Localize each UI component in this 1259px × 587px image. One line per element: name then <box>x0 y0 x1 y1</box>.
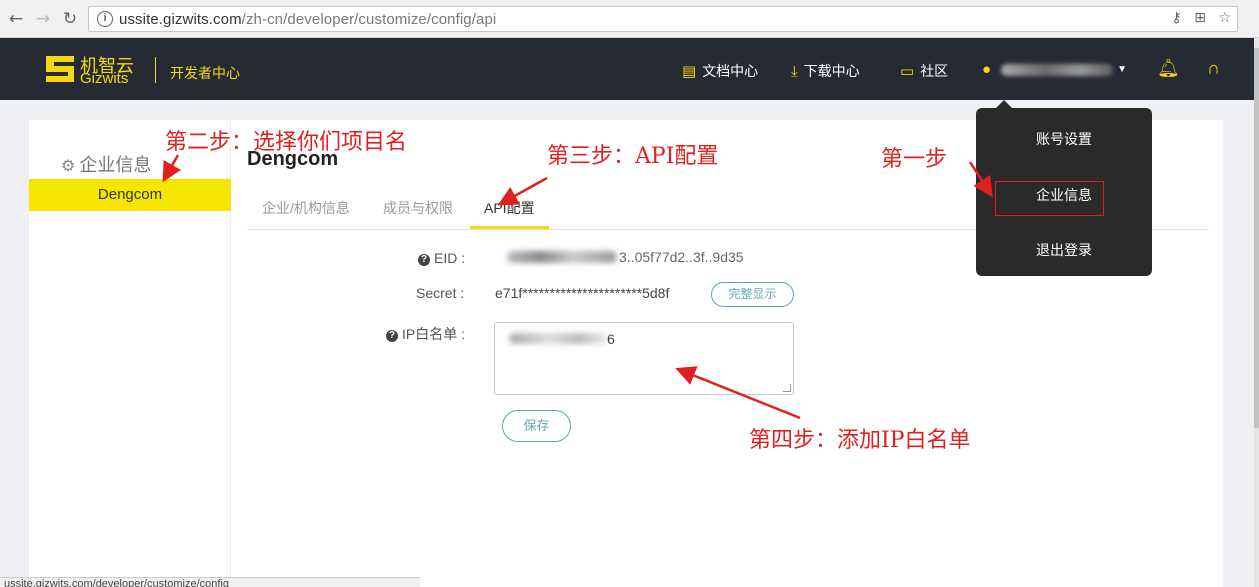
eid-label: ? EID : <box>418 250 465 266</box>
chat-icon: ▭ <box>900 63 915 80</box>
user-menu-toggle[interactable]: ● ▼ <box>982 61 1127 78</box>
save-button[interactable]: 保存 <box>502 410 571 442</box>
user-icon: ● <box>982 61 992 78</box>
nav-docs[interactable]: ▤ 文档中心 <box>682 61 758 81</box>
menu-logout[interactable]: 退出登录 <box>976 240 1152 260</box>
nav-community[interactable]: ▭ 社区 <box>900 61 948 81</box>
annotation-step2: 第二步：选择你们项目名 <box>165 130 408 155</box>
ip-whitelist-label: ? IP白名单 : <box>386 324 465 344</box>
url-text[interactable]: ussite.gizwits.com/zh-cn/developer/custo… <box>119 11 496 28</box>
brand-name-en: Gizwits <box>80 70 129 87</box>
tab-org-info[interactable]: 企业/机构信息 <box>262 198 350 226</box>
eid-value: 3..05f77d2..3f..9d35 <box>619 249 744 265</box>
logo-divider <box>155 57 156 83</box>
key-icon[interactable]: ⚷ <box>1172 10 1182 26</box>
back-icon[interactable]: ← <box>6 9 26 29</box>
reload-icon[interactable]: ↻ <box>60 9 80 29</box>
bookmark-star-icon[interactable]: ☆ <box>1218 10 1231 26</box>
sidebar-item-dengcom[interactable]: Dengcom <box>29 179 231 211</box>
headset-icon[interactable]: ∩ <box>1207 58 1220 79</box>
browser-toolbar: ← → ↻ i ussite.gizwits.com/zh-cn/develop… <box>0 0 1259 38</box>
info-icon[interactable]: i <box>97 11 113 27</box>
gear-icon: ⚙ <box>61 158 76 175</box>
tab-api-config[interactable]: API配置 <box>470 198 549 229</box>
eid-redacted <box>507 251 617 263</box>
help-icon[interactable]: ? <box>418 254 430 266</box>
highlight-box <box>995 181 1104 216</box>
developer-center-link[interactable]: 开发者中心 <box>170 63 240 83</box>
nav-downloads[interactable]: ⤓ 下载中心 <box>791 61 860 81</box>
chevron-down-icon: ▼ <box>1117 64 1127 75</box>
sidebar: ⚙ 企业信息 Dengcom <box>29 120 231 587</box>
gizwits-logo-icon[interactable] <box>44 52 80 86</box>
download-icon: ⤓ <box>791 62 798 80</box>
annotation-step4: 第四步：添加IP白名单 <box>749 428 971 453</box>
ip-whitelist-textarea[interactable]: 6 <box>494 322 794 395</box>
status-bar: ussite.gizwits.com/developer/customize/c… <box>0 577 420 587</box>
secret-value: e71f**********************5d8f <box>495 285 670 301</box>
ip-redacted <box>509 333 609 344</box>
menu-account-settings[interactable]: 账号设置 <box>976 129 1152 149</box>
address-bar[interactable]: i ussite.gizwits.com/zh-cn/developer/cus… <box>88 6 1238 32</box>
sidebar-title: ⚙ 企业信息 <box>61 155 152 175</box>
page-scrollbar[interactable] <box>1254 38 1259 587</box>
translate-icon[interactable]: ⊞ <box>1194 10 1206 26</box>
annotation-step3: 第三步：API配置 <box>547 144 719 169</box>
secret-label: Secret : <box>416 285 465 301</box>
top-navbar: 机智云 Gizwits 开发者中心 ▤ 文档中心 ⤓ 下载中心 ▭ 社区 ● ▼ 🔔︎ … <box>0 38 1254 100</box>
help-icon[interactable]: ? <box>386 330 398 342</box>
forward-icon[interactable]: → <box>33 9 53 29</box>
document-icon: ▤ <box>682 63 697 80</box>
annotation-step1: 第一步 <box>881 147 948 172</box>
tab-members[interactable]: 成员与权限 <box>383 198 453 226</box>
ip-value: 6 <box>607 331 615 347</box>
username-redacted <box>1001 63 1114 76</box>
show-full-button[interactable]: 完整显示 <box>711 282 794 307</box>
resize-handle-icon[interactable] <box>783 384 791 392</box>
user-dropdown-menu: 账号设置 企业信息 退出登录 <box>976 100 1152 276</box>
bell-icon[interactable]: 🔔︎ <box>1157 58 1180 79</box>
